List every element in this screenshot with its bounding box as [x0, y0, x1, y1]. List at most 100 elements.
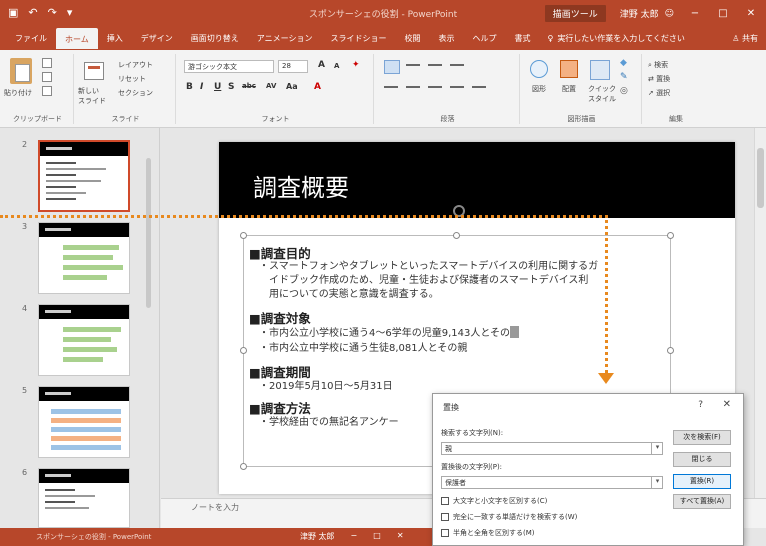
replace-button-dialog[interactable]: 置換(R) — [673, 474, 731, 489]
resize-handle[interactable] — [240, 347, 247, 354]
bullet-text[interactable]: ・市内公立中学校に通う生徒8,081人とその親 — [259, 342, 467, 356]
tab-review[interactable]: 校閲 — [395, 29, 429, 48]
font-size-select[interactable]: 28 — [278, 60, 308, 73]
underline-button[interactable]: U — [214, 82, 221, 92]
strikethrough-button[interactable]: abc — [242, 82, 256, 90]
bullets-icon[interactable] — [384, 60, 400, 74]
thumbnails-scrollbar[interactable] — [146, 158, 151, 308]
tell-me-box[interactable]: ♀ 実行したい作業を入力してください — [547, 33, 684, 44]
second-window-minimize[interactable]: − — [351, 531, 358, 542]
resize-handle[interactable] — [667, 347, 674, 354]
replace-dropdown-icon[interactable]: ▾ — [651, 476, 663, 489]
resize-handle[interactable] — [240, 463, 247, 470]
tab-insert[interactable]: 挿入 — [98, 29, 132, 48]
resize-handle[interactable] — [240, 232, 247, 239]
italic-button[interactable]: I — [200, 82, 203, 92]
decrease-indent-icon[interactable] — [428, 64, 442, 66]
shape-fill-icon[interactable]: ◆ — [620, 58, 627, 68]
dialog-close-button[interactable]: ✕ — [723, 399, 731, 410]
new-slide-icon[interactable] — [84, 62, 104, 80]
help-button[interactable]: ? — [698, 400, 703, 410]
slide-thumbnail[interactable] — [38, 140, 130, 212]
char-spacing-button[interactable]: AV — [266, 82, 276, 90]
shadow-button[interactable]: S — [228, 82, 234, 92]
tab-home[interactable]: ホーム — [56, 27, 98, 49]
whole-word-option[interactable]: 完全に一致する単語だけを検索する(W) — [441, 512, 577, 522]
format-painter-icon[interactable] — [42, 86, 52, 96]
layout-button[interactable]: レイアウト — [118, 60, 153, 70]
editor-scrollbar-thumb[interactable] — [757, 148, 764, 208]
whole-word-checkbox[interactable] — [441, 513, 449, 521]
replace-button[interactable]: ⇄ 置換 — [648, 74, 670, 84]
arrange-icon[interactable] — [560, 60, 578, 78]
slide-thumbnail[interactable] — [38, 304, 130, 376]
reset-button[interactable]: リセット — [118, 74, 146, 84]
bullet-text[interactable]: 用についての実態と意識を調査する。 — [259, 288, 439, 302]
select-button[interactable]: ➚ 選択 — [648, 88, 670, 98]
share-button[interactable]: ♙ 共有 — [732, 33, 758, 44]
slide-thumbnail[interactable] — [38, 222, 130, 294]
bullet-text[interactable]: イドブック作成のため、児童・生徒および保護者のスマートデバイス利 — [259, 274, 588, 288]
shape-outline-icon[interactable]: ✎ — [620, 72, 628, 82]
slide-thumbnail[interactable] — [38, 386, 130, 458]
section-heading[interactable]: ■調査対象 — [249, 308, 311, 327]
tab-transitions[interactable]: 画面切り替え — [182, 29, 248, 48]
copy-icon[interactable] — [42, 72, 52, 82]
columns-icon[interactable] — [472, 86, 486, 88]
section-button[interactable]: セクション — [118, 88, 153, 98]
match-case-option[interactable]: 大文字と小文字を区別する(C) — [441, 496, 547, 506]
font-name-select[interactable]: 游ゴシック本文 — [184, 60, 274, 73]
width-option[interactable]: 半角と全角を区別する(M) — [441, 528, 535, 538]
bullet-text[interactable]: ・学校経由での無記名アンケー — [259, 416, 399, 430]
maximize-button[interactable]: □ — [716, 8, 730, 19]
replace-all-button[interactable]: すべて置換(A) — [673, 494, 731, 509]
increase-indent-icon[interactable] — [450, 64, 464, 66]
close-button[interactable]: ✕ — [744, 8, 758, 19]
align-center-icon[interactable] — [406, 86, 420, 88]
shape-effects-icon[interactable]: ◎ — [620, 86, 628, 96]
bullet-text-line[interactable]: ・市内公立小学校に通う4～6学年の児童9,143人とその — [259, 326, 520, 341]
tab-animations[interactable]: アニメーション — [248, 29, 322, 48]
second-window-close[interactable]: ✕ — [397, 531, 404, 542]
align-left-icon[interactable] — [384, 86, 398, 88]
dialog-cancel-button[interactable]: 閉じる — [673, 452, 731, 467]
grow-font-button[interactable]: A — [318, 60, 325, 70]
resize-handle[interactable] — [453, 232, 460, 239]
find-next-button[interactable]: 次を検索(F) — [673, 430, 731, 445]
second-window-maximize[interactable]: □ — [373, 531, 381, 542]
section-heading[interactable]: ■調査期間 — [249, 362, 311, 381]
change-case-button[interactable]: Aa — [286, 82, 298, 91]
bullet-text[interactable]: ・スマートフォンやタブレットといったスマートデバイスの利用に関するガ — [259, 260, 598, 274]
clear-format-icon[interactable]: ✦ — [352, 60, 360, 70]
find-button[interactable]: ⌕ 検索 — [648, 60, 668, 70]
tab-file[interactable]: ファイル — [6, 29, 56, 48]
minimize-button[interactable]: − — [688, 8, 702, 19]
shapes-icon[interactable] — [530, 60, 548, 78]
tab-help[interactable]: ヘルプ — [463, 29, 505, 48]
resize-handle[interactable] — [667, 232, 674, 239]
justify-icon[interactable] — [450, 86, 464, 88]
bold-button[interactable]: B — [186, 82, 193, 92]
tab-design[interactable]: デザイン — [132, 29, 182, 48]
find-dropdown-icon[interactable]: ▾ — [651, 442, 663, 455]
font-color-button[interactable]: A — [314, 82, 321, 92]
slide-title[interactable]: 調査概要 — [253, 168, 349, 203]
width-checkbox[interactable] — [441, 529, 449, 537]
tab-view[interactable]: 表示 — [429, 29, 463, 48]
cut-icon[interactable] — [42, 58, 52, 68]
numbering-icon[interactable] — [406, 64, 420, 66]
section-heading[interactable]: ■調査方法 — [249, 398, 311, 417]
paste-icon[interactable] — [10, 58, 32, 84]
tab-slideshow[interactable]: スライドショー — [321, 29, 395, 48]
quick-styles-icon[interactable] — [590, 60, 610, 80]
align-right-icon[interactable] — [428, 86, 442, 88]
slide-thumbnail[interactable] — [38, 468, 130, 528]
bullet-text[interactable]: ・2019年5月10日～5月31日 — [259, 380, 393, 394]
tab-format[interactable]: 書式 — [505, 29, 539, 48]
shrink-font-button[interactable]: A — [334, 62, 339, 70]
find-what-input[interactable]: 親 — [441, 442, 663, 455]
replace-with-input[interactable]: 保護者 — [441, 476, 663, 489]
match-case-checkbox[interactable] — [441, 497, 449, 505]
editor-scrollbar[interactable] — [754, 128, 766, 498]
user-account[interactable]: 津野 太郎 ☺ — [620, 7, 674, 21]
